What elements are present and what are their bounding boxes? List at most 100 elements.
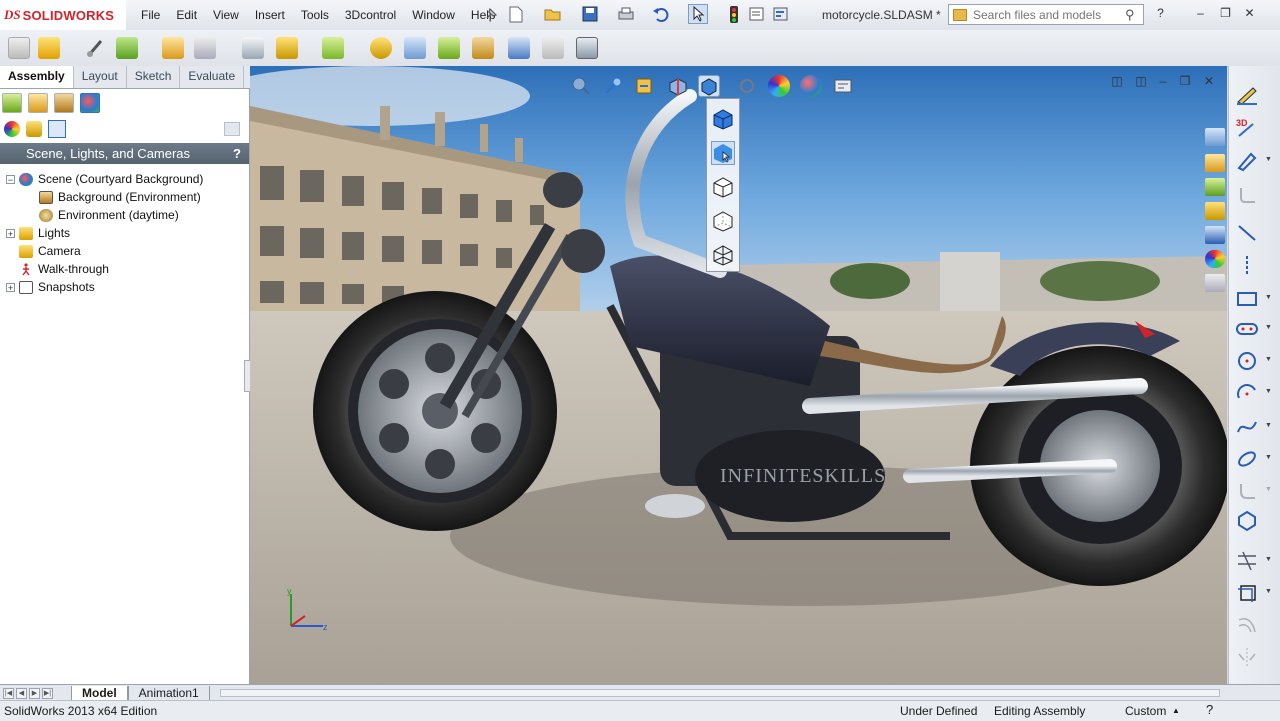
explode-line-sketch-icon[interactable] xyxy=(472,37,494,59)
new-motion-study-icon[interactable] xyxy=(370,37,392,59)
apply-scene-icon[interactable] xyxy=(800,75,822,97)
pin-icon[interactable] xyxy=(484,7,498,21)
tree-item-environment[interactable]: Environment (daytime) xyxy=(0,206,248,224)
file-explorer-icon[interactable] xyxy=(1205,202,1225,220)
menu-insert[interactable]: Insert xyxy=(247,8,293,22)
spline-icon[interactable]: ▼ xyxy=(1235,416,1272,438)
tab-model[interactable]: Model xyxy=(71,685,128,701)
scene-lights-cameras-icon[interactable] xyxy=(48,120,66,138)
circle-icon[interactable]: ▼ xyxy=(1235,350,1272,372)
assembly-features-icon[interactable] xyxy=(276,37,298,59)
menu-file[interactable]: File xyxy=(133,8,168,22)
show-hidden-components-icon[interactable] xyxy=(242,37,264,59)
smart-dimension-icon[interactable]: ▼ xyxy=(1235,150,1272,172)
convert-entities-icon[interactable]: ▼ xyxy=(1235,582,1272,604)
design-library-icon[interactable] xyxy=(1205,178,1225,196)
hidden-lines-removed-icon[interactable] xyxy=(711,175,735,199)
expand-icon[interactable]: + xyxy=(6,228,15,238)
units-selector[interactable]: Custom xyxy=(1125,704,1166,718)
custom-properties-icon[interactable] xyxy=(1205,274,1225,292)
view-palette-icon[interactable] xyxy=(1205,226,1225,244)
configurationmanager-icon[interactable] xyxy=(54,93,74,113)
propertymanager-icon[interactable] xyxy=(28,93,48,113)
open-folder-icon[interactable] xyxy=(544,6,562,22)
instant3d-icon[interactable] xyxy=(576,37,598,59)
move-component-icon[interactable] xyxy=(194,37,216,59)
viewport-split-icon[interactable]: ◫ xyxy=(1110,74,1124,88)
tab-animation1[interactable]: Animation1 xyxy=(127,685,210,701)
slot-icon[interactable]: ▼ xyxy=(1235,318,1272,340)
close-button[interactable]: ✕ xyxy=(1242,6,1257,21)
search-icon[interactable]: ⚲ xyxy=(1125,7,1135,23)
edit-component-icon[interactable] xyxy=(8,37,30,59)
smart-fasteners-icon[interactable] xyxy=(162,37,184,59)
collapse-icon[interactable]: − xyxy=(6,174,15,184)
wireframe-icon[interactable] xyxy=(711,243,735,267)
save-icon[interactable] xyxy=(582,6,598,22)
zoom-to-fit-icon[interactable] xyxy=(570,75,592,97)
file-properties-icon[interactable] xyxy=(748,6,766,22)
display-manager-icon[interactable] xyxy=(80,93,100,113)
first-tab-icon[interactable]: |◀ xyxy=(3,687,14,699)
restore-button[interactable]: ❐ xyxy=(1218,6,1233,21)
reference-geometry-icon[interactable] xyxy=(322,37,344,59)
print-icon[interactable] xyxy=(617,6,635,22)
mirror-entities-icon[interactable] xyxy=(1235,646,1259,668)
solidworks-logo[interactable]: DS SOLIDWORKS xyxy=(0,0,126,30)
clearance-verification-icon[interactable] xyxy=(542,37,564,59)
menu-view[interactable]: View xyxy=(205,8,247,22)
select-arrow-icon[interactable] xyxy=(688,4,708,24)
traffic-light-icon[interactable] xyxy=(730,6,738,23)
interference-detection-icon[interactable] xyxy=(508,37,530,59)
search-box[interactable]: ⚲ xyxy=(948,4,1144,25)
sketch-icon[interactable] xyxy=(1235,84,1259,106)
exploded-view-icon[interactable] xyxy=(438,37,460,59)
menu-3dcontrol[interactable]: 3Dcontrol xyxy=(337,8,404,22)
centerline-icon[interactable] xyxy=(1235,254,1259,276)
ellipse-icon[interactable]: ▼ xyxy=(1235,448,1272,470)
zoom-to-area-icon[interactable] xyxy=(602,75,624,97)
undo-icon[interactable] xyxy=(652,6,670,22)
hide-show-items-icon[interactable] xyxy=(736,75,758,97)
view-settings-icon[interactable] xyxy=(832,75,854,97)
viewport-close-button[interactable]: ✕ xyxy=(1202,74,1216,88)
help-icon[interactable]: ? xyxy=(1206,702,1220,717)
decals-icon[interactable] xyxy=(26,121,42,137)
linear-pattern-icon[interactable] xyxy=(116,37,138,59)
sketch-fillet-icon[interactable]: ▼ xyxy=(1235,480,1272,502)
horizontal-scrollbar[interactable] xyxy=(220,689,1220,697)
display-style-icon[interactable] xyxy=(698,75,720,97)
expand-icon[interactable]: + xyxy=(6,282,15,292)
tree-item-walk-through[interactable]: Walk-through xyxy=(0,260,248,278)
menu-edit[interactable]: Edit xyxy=(168,8,205,22)
tab-layout[interactable]: Layout xyxy=(74,66,127,88)
graphics-area[interactable]: INFINITESKILLS ◫ ◫ – ❐ ✕ y z xyxy=(250,66,1227,684)
home-icon[interactable] xyxy=(1205,154,1225,172)
rectangle-icon[interactable]: ▼ xyxy=(1235,288,1272,310)
prev-tab-icon[interactable]: ◀ xyxy=(16,687,27,699)
last-tab-icon[interactable]: ▶| xyxy=(42,687,53,699)
shaded-icon[interactable] xyxy=(711,141,735,165)
units-arrow-icon[interactable]: ▲ xyxy=(1172,706,1180,715)
tab-sketch[interactable]: Sketch xyxy=(127,66,181,88)
new-document-icon[interactable] xyxy=(508,6,524,23)
line-icon[interactable] xyxy=(1235,222,1259,244)
appearances-icon[interactable] xyxy=(4,121,20,137)
section-view-icon[interactable] xyxy=(666,75,688,97)
trim-entities-icon[interactable]: ▼ xyxy=(1235,550,1272,572)
tree-item-background[interactable]: Background (Environment) xyxy=(0,188,248,206)
tree-item-snapshots[interactable]: + Snapshots xyxy=(0,278,248,296)
hidden-lines-visible-icon[interactable] xyxy=(711,209,735,233)
menu-window[interactable]: Window xyxy=(404,8,463,22)
minimize-button[interactable]: – xyxy=(1193,6,1208,21)
shaded-with-edges-icon[interactable] xyxy=(711,107,735,131)
options-icon[interactable] xyxy=(772,6,790,22)
search-input[interactable] xyxy=(971,6,1125,23)
bill-of-materials-icon[interactable] xyxy=(404,37,426,59)
panel-help-button[interactable]: ? xyxy=(233,146,241,161)
fillet-icon[interactable] xyxy=(1235,184,1259,206)
previous-view-icon[interactable] xyxy=(634,75,656,97)
offset-entities-icon[interactable] xyxy=(1235,614,1259,636)
tab-assembly[interactable]: Assembly xyxy=(0,66,74,88)
viewport-tile-icon[interactable]: ◫ xyxy=(1134,74,1148,88)
